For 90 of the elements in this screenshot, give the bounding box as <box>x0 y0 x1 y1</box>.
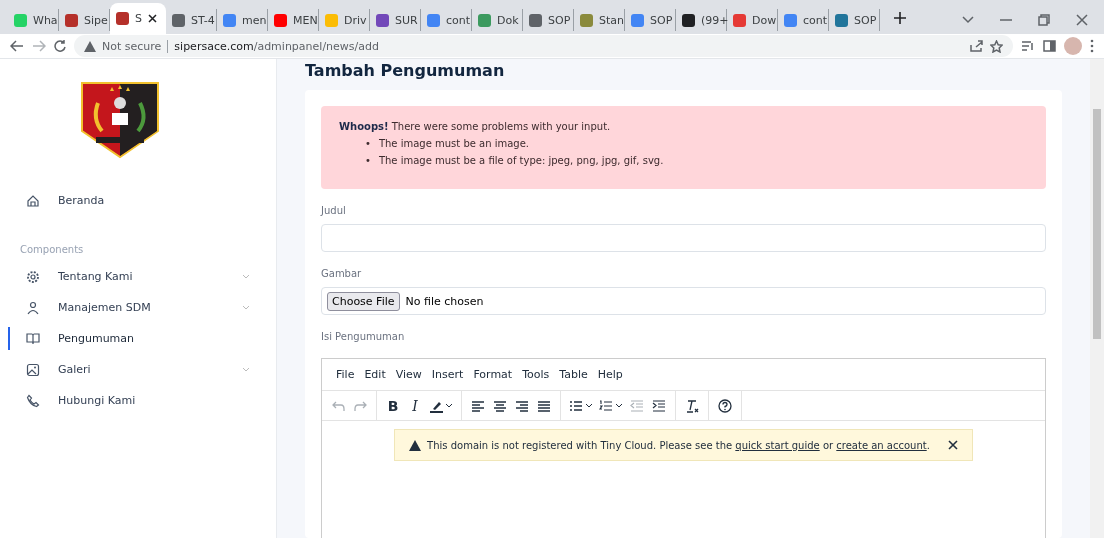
sidebar-item[interactable]: Galeri <box>0 354 276 385</box>
restore-icon[interactable] <box>1038 14 1050 26</box>
share-icon[interactable] <box>970 40 984 52</box>
notice-text: This domain is not registered with Tiny Cloud. Please see the quick start guide or create an account. <box>427 439 930 451</box>
browser-tab[interactable]: SOP <box>625 9 676 31</box>
browser-tab[interactable]: SUR <box>370 9 421 31</box>
browser-tab[interactable]: SOP <box>829 9 880 31</box>
toolbar-button[interactable]: I <box>404 393 426 418</box>
image-icon <box>26 362 40 377</box>
chevron-down-icon <box>445 403 453 408</box>
numbered-list-icon <box>599 398 613 413</box>
error-item: The image must be a file of type: jpeg, png, jpg, gif, svg. <box>378 154 664 168</box>
home-icon <box>26 193 40 208</box>
justify-icon <box>537 398 551 413</box>
chevron-down-icon <box>242 274 250 279</box>
person-icon <box>26 300 40 315</box>
toolbar-button[interactable]: B <box>382 393 404 418</box>
align-left-icon <box>471 398 485 413</box>
align-right-icon <box>515 398 529 413</box>
warning-icon <box>409 439 422 451</box>
scrollbar-thumb[interactable] <box>1093 109 1101 339</box>
menu-item[interactable]: Help <box>593 366 627 383</box>
bullet-list-icon <box>569 398 583 413</box>
address-bar[interactable]: Not secure sipersace.com/adminpanel/news/add <box>74 35 1013 57</box>
active-indicator <box>8 327 10 350</box>
browser-tab[interactable]: SOP <box>523 9 574 31</box>
bullet-mark: • <box>365 154 371 168</box>
field-label: Judul <box>321 205 347 216</box>
browser-tab[interactable]: (99+ <box>676 9 727 31</box>
side-panel-icon[interactable] <box>1043 40 1056 52</box>
chevron-down-icon <box>242 367 250 372</box>
browser-tab[interactable]: Dok <box>472 9 523 31</box>
help-icon <box>718 398 732 413</box>
alert-message: Whoops! There were some problems with your input. <box>339 120 612 134</box>
browser-tab[interactable]: men <box>217 9 268 31</box>
quick-start-link[interactable]: quick start guide <box>735 439 820 451</box>
browser-tab[interactable]: cont <box>778 9 829 31</box>
chevron-down-icon <box>615 403 623 408</box>
chevron-down-icon[interactable] <box>962 16 974 24</box>
align-center-icon <box>493 398 507 413</box>
file-input-field[interactable]: Choose File No file chosen <box>321 287 1046 315</box>
title-input-field[interactable] <box>321 224 1046 252</box>
indent-icon <box>652 398 666 413</box>
browser-tab[interactable]: cont <box>421 9 472 31</box>
menu-item[interactable]: Edit <box>360 366 390 383</box>
url-path: /adminpanel/news/add <box>253 39 379 53</box>
chevron-down-icon <box>242 305 250 310</box>
sidebar-item[interactable]: Hubungi Kami <box>0 385 276 416</box>
sidebar-item[interactable]: Beranda <box>0 185 276 216</box>
chevron-down-icon <box>585 403 593 408</box>
security-label: Not secure <box>102 39 169 53</box>
sidebar-item[interactable]: Tentang Kami <box>0 261 276 292</box>
more-menu-icon[interactable] <box>1090 39 1094 53</box>
field-label: Isi Pengumuman <box>321 331 406 342</box>
browser-tab[interactable]: ST-4 <box>166 9 217 31</box>
browser-tab[interactable]: MEN <box>268 9 319 31</box>
phone-icon <box>26 393 40 408</box>
reload-icon[interactable] <box>54 40 66 52</box>
book-icon <box>26 331 40 346</box>
outdent-icon <box>630 398 644 413</box>
menu-item[interactable]: File <box>332 366 359 383</box>
section-heading: Components <box>19 243 85 257</box>
choose-file-button[interactable]: Choose File <box>327 291 400 311</box>
sidebar-item[interactable]: Pengumuman <box>0 323 276 354</box>
star-icon[interactable] <box>990 39 1003 53</box>
bullet-mark: • <box>365 137 371 151</box>
back-arrow-icon[interactable] <box>10 40 24 52</box>
page-title: Tambah Pengumuman <box>305 61 506 80</box>
menu-item[interactable]: Table <box>555 366 592 383</box>
error-item: The image must be an image. <box>378 137 530 151</box>
browser-tab[interactable]: Driv <box>319 9 370 31</box>
browser-tab[interactable]: Wha <box>8 9 59 31</box>
field-label: Gambar <box>321 268 363 279</box>
close-icon[interactable] <box>947 440 958 450</box>
menu-item[interactable]: View <box>391 366 426 383</box>
clear-format-icon <box>685 398 699 413</box>
menu-item[interactable]: Tools <box>518 366 554 383</box>
gear-icon <box>26 269 40 284</box>
menu-item[interactable]: Format <box>469 366 517 383</box>
playlist-icon[interactable] <box>1021 40 1035 52</box>
url-host: sipersace.com <box>174 39 254 53</box>
browser-tab[interactable]: Stan <box>574 9 625 31</box>
browser-tab[interactable]: Dow <box>727 9 778 31</box>
file-status: No file chosen <box>405 294 484 308</box>
browser-tab[interactable]: S <box>110 3 166 34</box>
menu-item[interactable]: Insert <box>427 366 468 383</box>
sidebar-item[interactable]: Manajemen SDM <box>0 292 276 323</box>
close-icon[interactable] <box>148 14 157 23</box>
create-account-link[interactable]: create an account <box>836 439 927 451</box>
warning-icon <box>84 40 96 52</box>
